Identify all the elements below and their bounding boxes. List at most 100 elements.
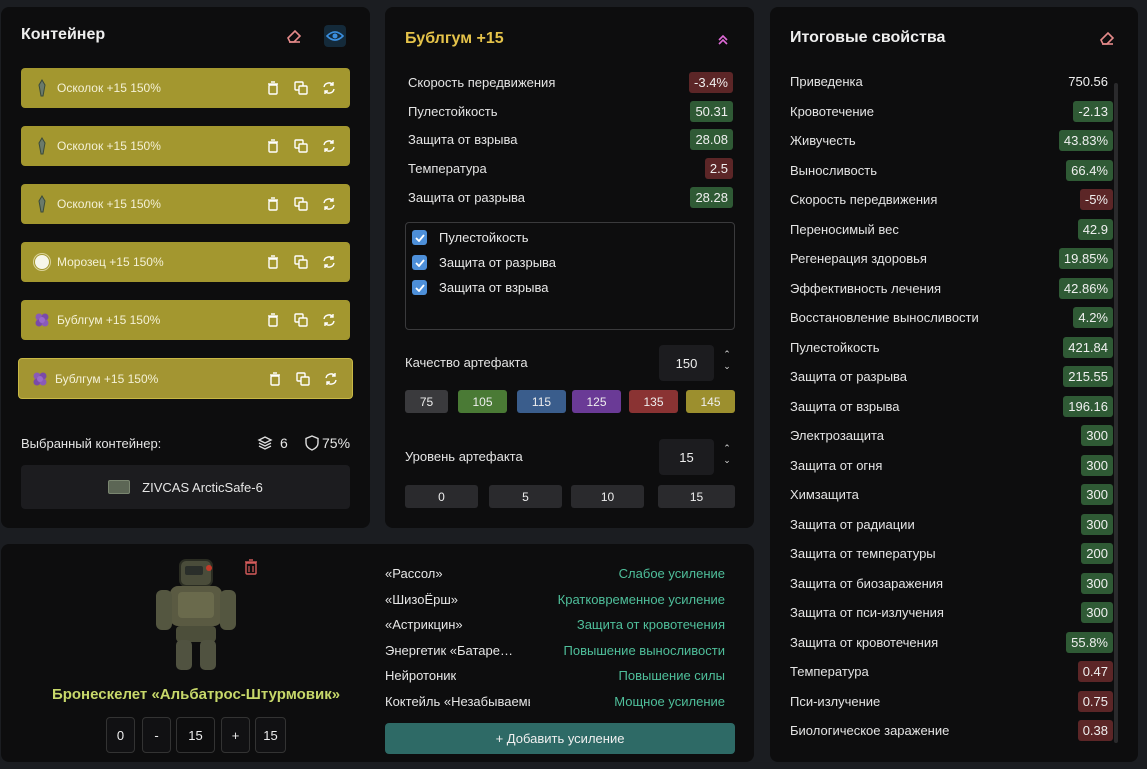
total-stat-name: Кровотечение <box>790 103 875 119</box>
boost-name: «Рассол» <box>385 566 443 581</box>
boost-row[interactable]: «Рассол» Слабое усиление <box>385 566 725 581</box>
totals-scrollbar[interactable] <box>1114 83 1118 743</box>
armor-min-level[interactable]: 0 <box>106 717 135 753</box>
quality-preset-button[interactable]: 145 <box>686 390 735 413</box>
boost-name: Энергетик «Батаре… <box>385 642 513 658</box>
total-stat-row: Переносимый вес 42.9 <box>790 218 1113 240</box>
delete-icon[interactable] <box>264 311 282 329</box>
total-stat-value: 4.2% <box>1073 307 1113 328</box>
container-item[interactable]: Осколок +15 150% <box>21 126 350 166</box>
level-down-icon[interactable]: ⌄ <box>720 454 734 466</box>
total-stat-row: Защита от радиации 300 <box>790 513 1113 535</box>
delete-icon[interactable] <box>264 195 282 213</box>
total-stat-value: 66.4% <box>1066 159 1113 181</box>
quality-down-icon[interactable]: ⌄ <box>720 360 734 372</box>
level-preset-button[interactable]: 5 <box>489 485 562 508</box>
container-item[interactable]: Бублгум +15 150% <box>18 358 353 399</box>
armor-decrease-button[interactable]: - <box>142 717 171 753</box>
copy-icon[interactable] <box>292 253 310 271</box>
boost-effect: Мощное усиление <box>614 693 725 709</box>
container-item[interactable]: Морозец +15 150% <box>21 242 350 282</box>
level-input[interactable]: 15 <box>659 439 714 475</box>
copy-icon[interactable] <box>292 137 310 155</box>
copy-icon[interactable] <box>294 370 312 388</box>
quality-preset-button[interactable]: 105 <box>458 390 507 413</box>
level-preset-button[interactable]: 0 <box>405 485 478 508</box>
collapse-up-icon[interactable] <box>712 29 734 51</box>
swap-icon[interactable] <box>320 137 338 155</box>
boost-row[interactable]: «ШизоЁрш» Кратковременное усиление <box>385 592 725 607</box>
delete-icon[interactable] <box>264 79 282 97</box>
container-item[interactable]: Осколок +15 150% <box>21 68 350 108</box>
artifact-stat-row: Защита от разрыва 28.28 <box>408 186 733 208</box>
total-stat-row: Эффективность лечения 42.86% <box>790 277 1113 299</box>
shard-icon <box>33 79 51 97</box>
total-stat-row: Электрозащита 300 <box>790 425 1113 446</box>
copy-icon[interactable] <box>292 79 310 97</box>
stat-checkbox-row[interactable]: Пулестойкость <box>412 230 528 245</box>
slots-count: 6 <box>280 435 288 451</box>
boost-row[interactable]: Нейротоник Повышение силы <box>385 668 725 683</box>
total-stat-row: Регенерация здоровья 19.85% <box>790 248 1113 269</box>
stat-checkbox-row[interactable]: Защита от взрыва <box>412 280 548 295</box>
boost-row[interactable]: «Астрикцин» Защита от кровотечения <box>385 617 725 632</box>
total-stat-row: Защита от пси-излучения 300 <box>790 602 1113 623</box>
swap-icon[interactable] <box>320 195 338 213</box>
quality-preset-button[interactable]: 115 <box>517 390 566 413</box>
total-stat-name: Температура <box>790 664 869 679</box>
total-stat-name: Переносимый вес <box>790 221 899 237</box>
total-stat-value: 300 <box>1081 572 1113 594</box>
total-stat-name: Защита от температуры <box>790 546 936 561</box>
quality-preset-button[interactable]: 75 <box>405 390 448 413</box>
total-stat-row: Живучесть 43.83% <box>790 130 1113 151</box>
add-boost-button[interactable]: + Добавить усиление <box>385 723 735 754</box>
checkbox-checked[interactable] <box>412 230 427 245</box>
swap-icon[interactable] <box>320 311 338 329</box>
total-stat-name: Живучесть <box>790 133 856 148</box>
total-stat-value: 0.47 <box>1077 661 1113 682</box>
container-select[interactable]: ZIVCAS ArcticSafe-6 <box>21 465 350 509</box>
totals-eraser-icon[interactable] <box>1096 27 1118 49</box>
quality-preset-button[interactable]: 135 <box>629 390 678 413</box>
level-preset-button[interactable]: 15 <box>658 485 735 508</box>
armor-delete-icon[interactable] <box>240 556 262 578</box>
total-stat-value: 200 <box>1081 543 1113 564</box>
swap-icon[interactable] <box>320 253 338 271</box>
level-stepper[interactable]: ⌃ ⌄ <box>720 442 734 466</box>
container-item[interactable]: Осколок +15 150% <box>21 184 350 224</box>
quality-up-icon[interactable]: ⌃ <box>720 348 734 360</box>
total-stat-value: 300 <box>1081 484 1113 505</box>
eraser-icon[interactable] <box>283 25 305 47</box>
quality-preset-button[interactable]: 125 <box>572 390 621 413</box>
stat-checkbox-row[interactable]: Защита от разрыва <box>412 255 556 270</box>
copy-icon[interactable] <box>292 195 310 213</box>
delete-icon[interactable] <box>264 253 282 271</box>
boost-row[interactable]: Энергетик «Батаре… Повышение выносливости <box>385 643 725 658</box>
total-stat-row: Биологическое заражение 0.38 <box>790 720 1113 741</box>
quality-stepper[interactable]: ⌃ ⌄ <box>720 348 734 372</box>
level-up-icon[interactable]: ⌃ <box>720 442 734 454</box>
eye-icon[interactable] <box>324 25 346 47</box>
quality-input[interactable]: 150 <box>659 345 714 381</box>
checkbox-checked[interactable] <box>412 255 427 270</box>
armor-level-input[interactable]: 15 <box>176 717 215 753</box>
total-stat-name: Электрозащита <box>790 428 885 443</box>
total-stat-value: 43.83% <box>1058 130 1113 151</box>
swap-icon[interactable] <box>320 79 338 97</box>
boost-row[interactable]: Коктейль «Незабываемый» Мощное усиление <box>385 694 725 709</box>
checkbox-checked[interactable] <box>412 280 427 295</box>
delete-icon[interactable] <box>266 370 284 388</box>
container-item-label: Осколок +15 150% <box>57 139 161 153</box>
swap-icon[interactable] <box>322 370 340 388</box>
total-stat-row: Температура 0.47 <box>790 661 1113 682</box>
total-stat-row: Пси-излучение 0.75 <box>790 690 1113 712</box>
level-preset-button[interactable]: 10 <box>571 485 644 508</box>
checkbox-label: Защита от взрыва <box>439 280 549 295</box>
artifact-stat-name: Защита от разрыва <box>408 189 526 205</box>
armor-max-level[interactable]: 15 <box>255 717 286 753</box>
delete-icon[interactable] <box>264 137 282 155</box>
copy-icon[interactable] <box>292 311 310 329</box>
container-item[interactable]: Бублгум +15 150% <box>21 300 350 340</box>
armor-increase-button[interactable]: + <box>221 717 250 753</box>
container-title: Контейнер <box>21 26 106 43</box>
